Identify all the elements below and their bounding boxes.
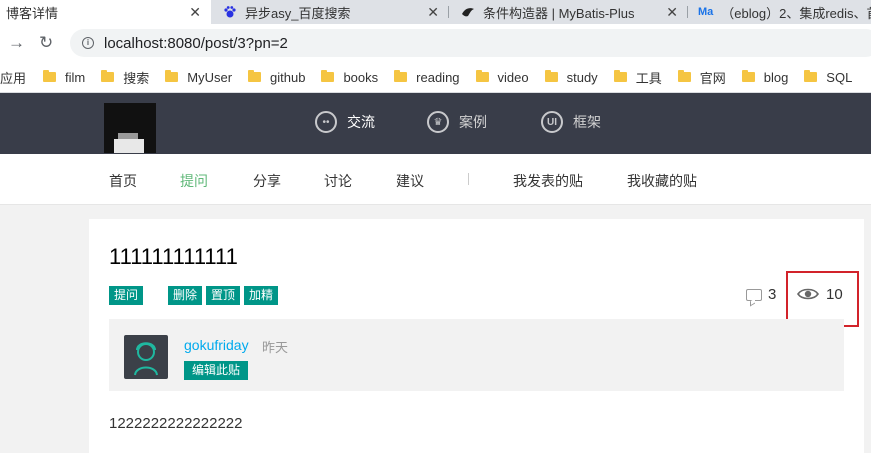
folder-icon — [475, 70, 489, 82]
close-icon[interactable]: ✕ — [666, 4, 678, 21]
avatar[interactable] — [124, 335, 168, 379]
bookmark-official[interactable]: 官网 — [677, 68, 726, 87]
pin-button[interactable]: 置顶 — [206, 286, 241, 305]
bookmark-reading[interactable]: reading — [394, 70, 460, 85]
post-card: 111111111111 提问 删除 置顶 加精 3 10 gokufriday… — [89, 219, 864, 453]
tab-mybatis-plus[interactable]: 条件构造器 | MyBatis-Plus ✕ — [449, 0, 688, 24]
browser-tabstrip: 博客详情 ✕ 异步asy_百度搜索 ✕ 条件构造器 | MyBatis-Plus… — [0, 0, 871, 24]
user-avatar-icon — [134, 342, 158, 376]
category-nav: 首页 提问 分享 讨论 建议 我发表的贴 我收藏的贴 — [0, 154, 871, 205]
nav-home[interactable]: 首页 — [109, 171, 137, 191]
folder-icon — [677, 70, 691, 82]
tab-eblog[interactable]: Ma （eblog）2、集成redis、首 — [688, 0, 871, 24]
author-info: gokufriday 昨天 编辑此贴 — [109, 319, 844, 391]
tab-title: 博客详情 — [6, 5, 59, 21]
bookmark-blog[interactable]: blog — [741, 70, 788, 85]
post-time: 昨天 — [262, 340, 289, 355]
nav-questions[interactable]: 提问 — [180, 171, 208, 191]
close-icon[interactable]: ✕ — [427, 4, 439, 21]
bookmarks-bar: 应用 film 搜索 MyUser github books reading v… — [0, 62, 871, 93]
header-nav-cases[interactable]: ♛ 案例 — [427, 111, 487, 133]
folder-icon — [804, 70, 818, 82]
nav-my-posts[interactable]: 我发表的贴 — [513, 171, 583, 191]
edit-post-button[interactable]: 编辑此贴 — [184, 361, 249, 380]
header-nav-framework[interactable]: UI 框架 — [541, 111, 601, 133]
site-header: •• 交流 ♛ 案例 UI 框架 — [0, 93, 871, 154]
bird-icon — [461, 5, 475, 19]
comment-count: 3 — [746, 286, 776, 303]
reload-icon[interactable]: ↻ — [39, 33, 53, 53]
info-icon[interactable]: i — [82, 37, 94, 49]
close-icon[interactable]: ✕ — [189, 4, 201, 21]
folder-icon — [43, 70, 57, 82]
folder-icon — [394, 70, 408, 82]
post-content: 1222222222222222 — [109, 415, 243, 432]
nav-share[interactable]: 分享 — [253, 171, 281, 191]
nav-suggest[interactable]: 建议 — [396, 171, 424, 191]
site-logo[interactable] — [104, 103, 156, 153]
chat-icon: •• — [315, 111, 337, 133]
tab-title: 条件构造器 | MyBatis-Plus — [483, 5, 635, 21]
feature-button[interactable]: 加精 — [244, 286, 279, 305]
delete-button[interactable]: 删除 — [168, 286, 203, 305]
tab-title: （eblog）2、集成redis、首 — [721, 5, 871, 21]
ui-icon: UI — [541, 111, 563, 133]
nav-discuss[interactable]: 讨论 — [324, 171, 352, 191]
bookmark-apps[interactable]: 应用 — [0, 68, 26, 87]
browser-toolbar: → ↻ i localhost:8080/post/3?pn=2 — [0, 24, 871, 62]
folder-icon — [741, 70, 755, 82]
folder-icon — [248, 70, 262, 82]
folder-icon — [101, 70, 115, 82]
category-badge[interactable]: 提问 — [109, 286, 144, 305]
tab-title: 异步asy_百度搜索 — [245, 5, 351, 21]
bookmark-video[interactable]: video — [475, 70, 529, 85]
bookmark-myuser[interactable]: MyUser — [165, 70, 232, 85]
view-count: 10 — [826, 286, 843, 303]
header-nav-chat[interactable]: •• 交流 — [315, 111, 375, 133]
folder-icon — [613, 70, 627, 82]
bookmark-film[interactable]: film — [43, 70, 85, 85]
nav-my-favorites[interactable]: 我收藏的贴 — [627, 171, 697, 191]
nav-divider — [468, 173, 469, 185]
baidu-paw-icon — [223, 5, 237, 19]
author-link[interactable]: gokufriday — [184, 337, 249, 353]
bookmark-search[interactable]: 搜索 — [101, 68, 149, 87]
folder-icon — [321, 70, 335, 82]
tab-blog-detail[interactable]: 博客详情 ✕ — [0, 0, 211, 24]
bookmark-github[interactable]: github — [248, 70, 305, 85]
bookmark-sql[interactable]: SQL — [804, 70, 852, 85]
tab-baidu-search[interactable]: 异步asy_百度搜索 ✕ — [211, 0, 449, 24]
ma-logo-icon: Ma — [698, 6, 714, 18]
back-arrow-icon[interactable]: → — [8, 33, 25, 53]
bookmark-study[interactable]: study — [544, 70, 598, 85]
bookmark-books[interactable]: books — [321, 70, 378, 85]
bookmark-tools[interactable]: 工具 — [613, 68, 662, 87]
comment-icon — [746, 288, 762, 301]
eye-icon — [797, 288, 819, 300]
url-text: localhost:8080/post/3?pn=2 — [104, 34, 288, 52]
crown-icon: ♛ — [427, 111, 449, 133]
post-title: 111111111111 — [109, 244, 238, 269]
address-bar[interactable]: i localhost:8080/post/3?pn=2 — [70, 29, 871, 57]
folder-icon — [165, 70, 179, 82]
folder-icon — [544, 70, 558, 82]
